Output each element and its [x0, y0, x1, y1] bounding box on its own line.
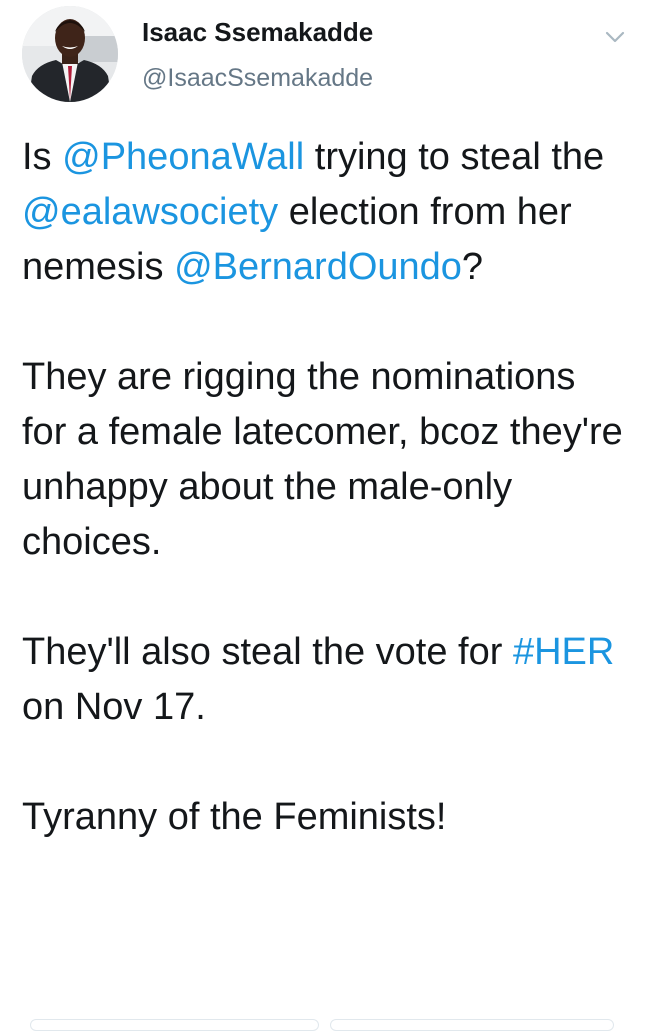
text-segment: Is — [22, 136, 63, 178]
profile-photo-icon — [22, 6, 118, 102]
tweet-paragraph: Tyranny of the Feminists! — [22, 796, 447, 838]
user-names: Isaac Ssemakadde @IsaacSsemakadde — [142, 16, 373, 94]
text-segment: ? — [461, 246, 484, 288]
mention-link[interactable]: @PheonaWall — [62, 136, 304, 178]
user-handle[interactable]: @IsaacSsemakadde — [142, 62, 373, 94]
mention-link[interactable]: @BernardOundo — [174, 246, 462, 288]
text-segment: trying to steal the — [304, 136, 605, 178]
tweet-header: Isaac Ssemakadde @IsaacSsemakadde — [22, 6, 628, 106]
display-name[interactable]: Isaac Ssemakadde — [142, 16, 373, 48]
tweet-paragraph: Is @PheonaWall trying to steal the @eala… — [22, 130, 626, 295]
avatar[interactable] — [22, 6, 118, 102]
text-segment: They'll also steal the vote for — [22, 631, 513, 673]
tweet: Isaac Ssemakadde @IsaacSsemakadde Is @Ph… — [0, 0, 648, 1031]
tweet-paragraph: They are rigging the nominations for a f… — [22, 356, 623, 563]
text-segment: on Nov 17. — [22, 686, 206, 728]
media-card-left[interactable] — [30, 1019, 319, 1031]
hashtag-link[interactable]: #HER — [513, 631, 614, 673]
mention-link[interactable]: @ealawsociety — [22, 191, 278, 233]
tweet-text: Is @PheonaWall trying to steal the @eala… — [22, 130, 626, 845]
media-card-right[interactable] — [330, 1019, 614, 1031]
tweet-paragraph: They'll also steal the vote for #HER on … — [22, 625, 626, 735]
chevron-down-icon[interactable] — [602, 24, 628, 50]
